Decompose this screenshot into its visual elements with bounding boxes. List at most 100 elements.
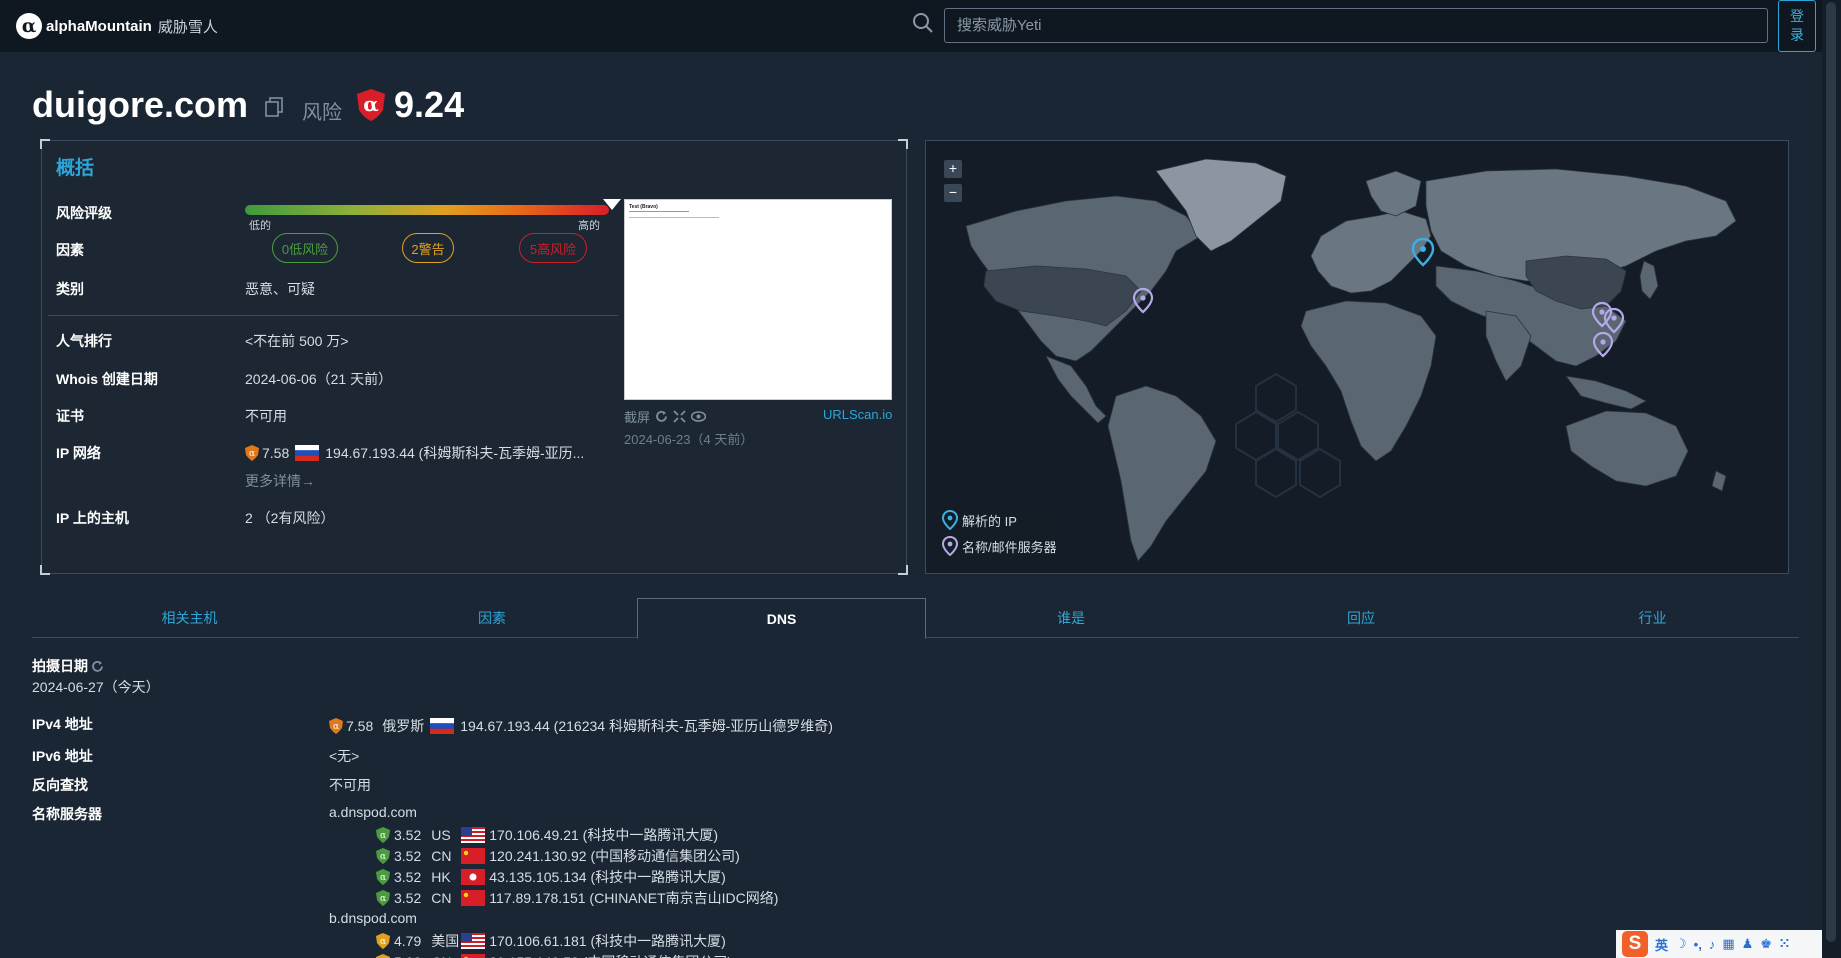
punctuation-icon[interactable]: •, [1694, 937, 1702, 952]
ns-ip[interactable]: 170.106.49.21 (科技中一路腾讯大厦) [489, 825, 718, 845]
factor-high-badge[interactable]: 5高风险 [519, 233, 587, 263]
whois-value: 2024-06-06（21 天前） [245, 371, 393, 387]
bar-high-label: 高的 [578, 220, 600, 232]
zoom-out-button[interactable]: − [944, 184, 962, 202]
ns-ip[interactable]: 170.106.61.181 (科技中一路腾讯大厦) [489, 931, 726, 951]
name-servers-label: 名称服务器 [32, 806, 102, 822]
grid-icon[interactable]: ⁙ [1779, 936, 1790, 952]
ns-b-row[interactable]: α 4.79 美国 170.106.61.181 (科技中一路腾讯大厦) [376, 931, 726, 951]
purple-pin-icon [942, 536, 958, 556]
ns-score: 5.08 [394, 954, 421, 958]
tab-related-hosts[interactable]: 相关主机 [32, 598, 347, 638]
tab-responses[interactable]: 回应 [1216, 598, 1506, 638]
ipv6-label: IPv6 地址 [32, 748, 93, 764]
ns-a-row[interactable]: α 3.52 HK 43.135.105.134 (科技中一路腾讯大厦) [376, 867, 726, 887]
tab-factors[interactable]: 因素 [347, 598, 637, 638]
legend-name-server: 名称/邮件服务器 [942, 533, 1057, 559]
domain-title: duigore.com [32, 84, 249, 125]
user-icon[interactable]: ♟ [1742, 936, 1754, 952]
warning-shield-icon: α [245, 445, 259, 461]
search-icon[interactable] [912, 12, 934, 34]
eye-icon[interactable] [691, 410, 707, 423]
risk-label: 风险 [302, 101, 343, 124]
russia-flag-icon [295, 445, 320, 461]
popularity-value: <不在前 500 万> [245, 333, 349, 349]
ns-score: 3.52 [394, 869, 422, 885]
ns-score: 4.79 [394, 933, 422, 949]
ns-score: 3.52 [394, 827, 422, 843]
refresh-icon[interactable] [655, 410, 668, 423]
legend-resolved-ip: 解析的 IP [942, 507, 1057, 533]
ip-network-value: α 7.58 194.67.193.44 (科姆斯科夫-瓦季姆-亚历... [245, 443, 584, 463]
svg-text:α: α [249, 449, 255, 459]
svg-text:α: α [380, 873, 386, 883]
captured-date-text: 拍摄日期 [32, 658, 88, 674]
logo[interactable]: α alphaMountain 威胁雪人 [16, 13, 218, 39]
captured-date-label: 拍摄日期 [32, 656, 104, 676]
ns-a-row[interactable]: α 3.52 CN 120.241.130.92 (中国移动通信集团公司) [376, 846, 740, 866]
ipv4-score: 7.58 [346, 718, 374, 734]
logo-text: alphaMountain [46, 17, 152, 35]
ns-b-host[interactable]: b.dnspod.com [329, 910, 417, 926]
world-map-panel[interactable]: + − 解析的 IP 名称/邮件服务器 [925, 140, 1789, 574]
safe-shield-icon: α [376, 827, 390, 843]
refresh-icon[interactable] [91, 660, 104, 673]
ns-a-host[interactable]: a.dnspod.com [329, 804, 417, 820]
legend-resolved-label: 解析的 IP [962, 513, 1017, 529]
ime-language[interactable]: 英 [1655, 935, 1668, 954]
ns-country: CN [431, 890, 452, 906]
more-details-link[interactable]: 更多详情→ [245, 471, 315, 491]
popularity-label: 人气排行 [56, 333, 112, 349]
ns-ip[interactable]: 43.135.105.134 (科技中一路腾讯大厦) [489, 867, 726, 887]
hosts-on-ip-value[interactable]: 2 （2有风险） [245, 508, 334, 528]
expand-icon[interactable] [673, 410, 686, 423]
ns-ip[interactable]: 120.241.130.92 (中国移动通信集团公司) [489, 846, 740, 866]
ns-country: CN [431, 954, 457, 958]
category-label: 类别 [56, 281, 84, 297]
ns-a-row[interactable]: α 3.52 CN 117.89.178.151 (CHINANET南京吉山IDC网络… [376, 888, 778, 908]
ns-b-row[interactable]: α 5.08 CN 39.155.140.58 (中国移动通信集团公司) [376, 952, 732, 958]
ime-toolbar[interactable]: S 英 ☽ •, ♪ ▦ ♟ ♚ ⁙ [1616, 930, 1822, 958]
tab-dns[interactable]: DNS [637, 598, 926, 639]
warning-shield-icon: α [329, 718, 343, 734]
certificate-value: 不可用 [245, 408, 287, 424]
ns-ip[interactable]: 117.89.178.151 (CHINANET南京吉山IDC网络) [489, 888, 778, 908]
ns-score: 3.52 [394, 848, 422, 864]
ns-a-row[interactable]: α 3.52 US 170.106.49.21 (科技中一路腾讯大厦) [376, 825, 718, 845]
microphone-icon[interactable]: ♪ [1709, 937, 1716, 952]
login-button[interactable]: 登 录 [1778, 0, 1816, 52]
zoom-in-button[interactable]: + [944, 160, 962, 178]
logo-subtitle: 威胁雪人 [157, 18, 218, 36]
scrollbar-thumb[interactable] [1826, 2, 1836, 942]
divider [48, 315, 618, 316]
ipv4-address[interactable]: 194.67.193.44 (216234 科姆斯科夫-瓦季姆-亚历山德罗维奇) [460, 716, 833, 736]
svg-text:α: α [380, 852, 386, 862]
safe-shield-icon: α [376, 890, 390, 906]
copy-icon[interactable] [264, 96, 286, 118]
screenshot-thumbnail[interactable]: Test (Bravo) [624, 199, 892, 400]
hosts-on-ip-label: IP 上的主机 [56, 510, 129, 526]
scrollbar[interactable] [1822, 0, 1841, 958]
moon-icon[interactable]: ☽ [1675, 936, 1687, 952]
category-value: 恶意、可疑 [245, 281, 315, 297]
top-bar: α alphaMountain 威胁雪人 登 录 [0, 0, 1822, 52]
keyboard-icon[interactable]: ▦ [1722, 936, 1734, 952]
factor-warning-badge[interactable]: 2警告 [402, 233, 454, 263]
warning-shield-icon: α [376, 933, 390, 949]
sogou-icon[interactable]: S [1622, 931, 1648, 957]
urlscan-link[interactable]: URLScan.io [823, 407, 892, 422]
blue-pin-icon [942, 510, 958, 530]
risk-gradient-bar [245, 205, 609, 215]
skin-icon[interactable]: ♚ [1760, 936, 1772, 952]
cn-flag-icon [461, 890, 486, 906]
search-input[interactable] [944, 8, 1768, 43]
tab-industry[interactable]: 行业 [1506, 598, 1799, 638]
tab-whois[interactable]: 谁是 [926, 598, 1216, 638]
us-flag-icon [461, 827, 486, 843]
ip-network-address[interactable]: 194.67.193.44 (科姆斯科夫-瓦季姆-亚历... [325, 443, 584, 463]
ns-ip[interactable]: 39.155.140.58 (中国移动通信集团公司) [489, 952, 732, 958]
risk-level-marker [603, 199, 621, 210]
captured-date-value: 2024-06-27（今天） [32, 679, 160, 695]
factor-low-badge[interactable]: 0低风险 [272, 233, 338, 263]
warning-shield-icon: α [376, 954, 390, 958]
